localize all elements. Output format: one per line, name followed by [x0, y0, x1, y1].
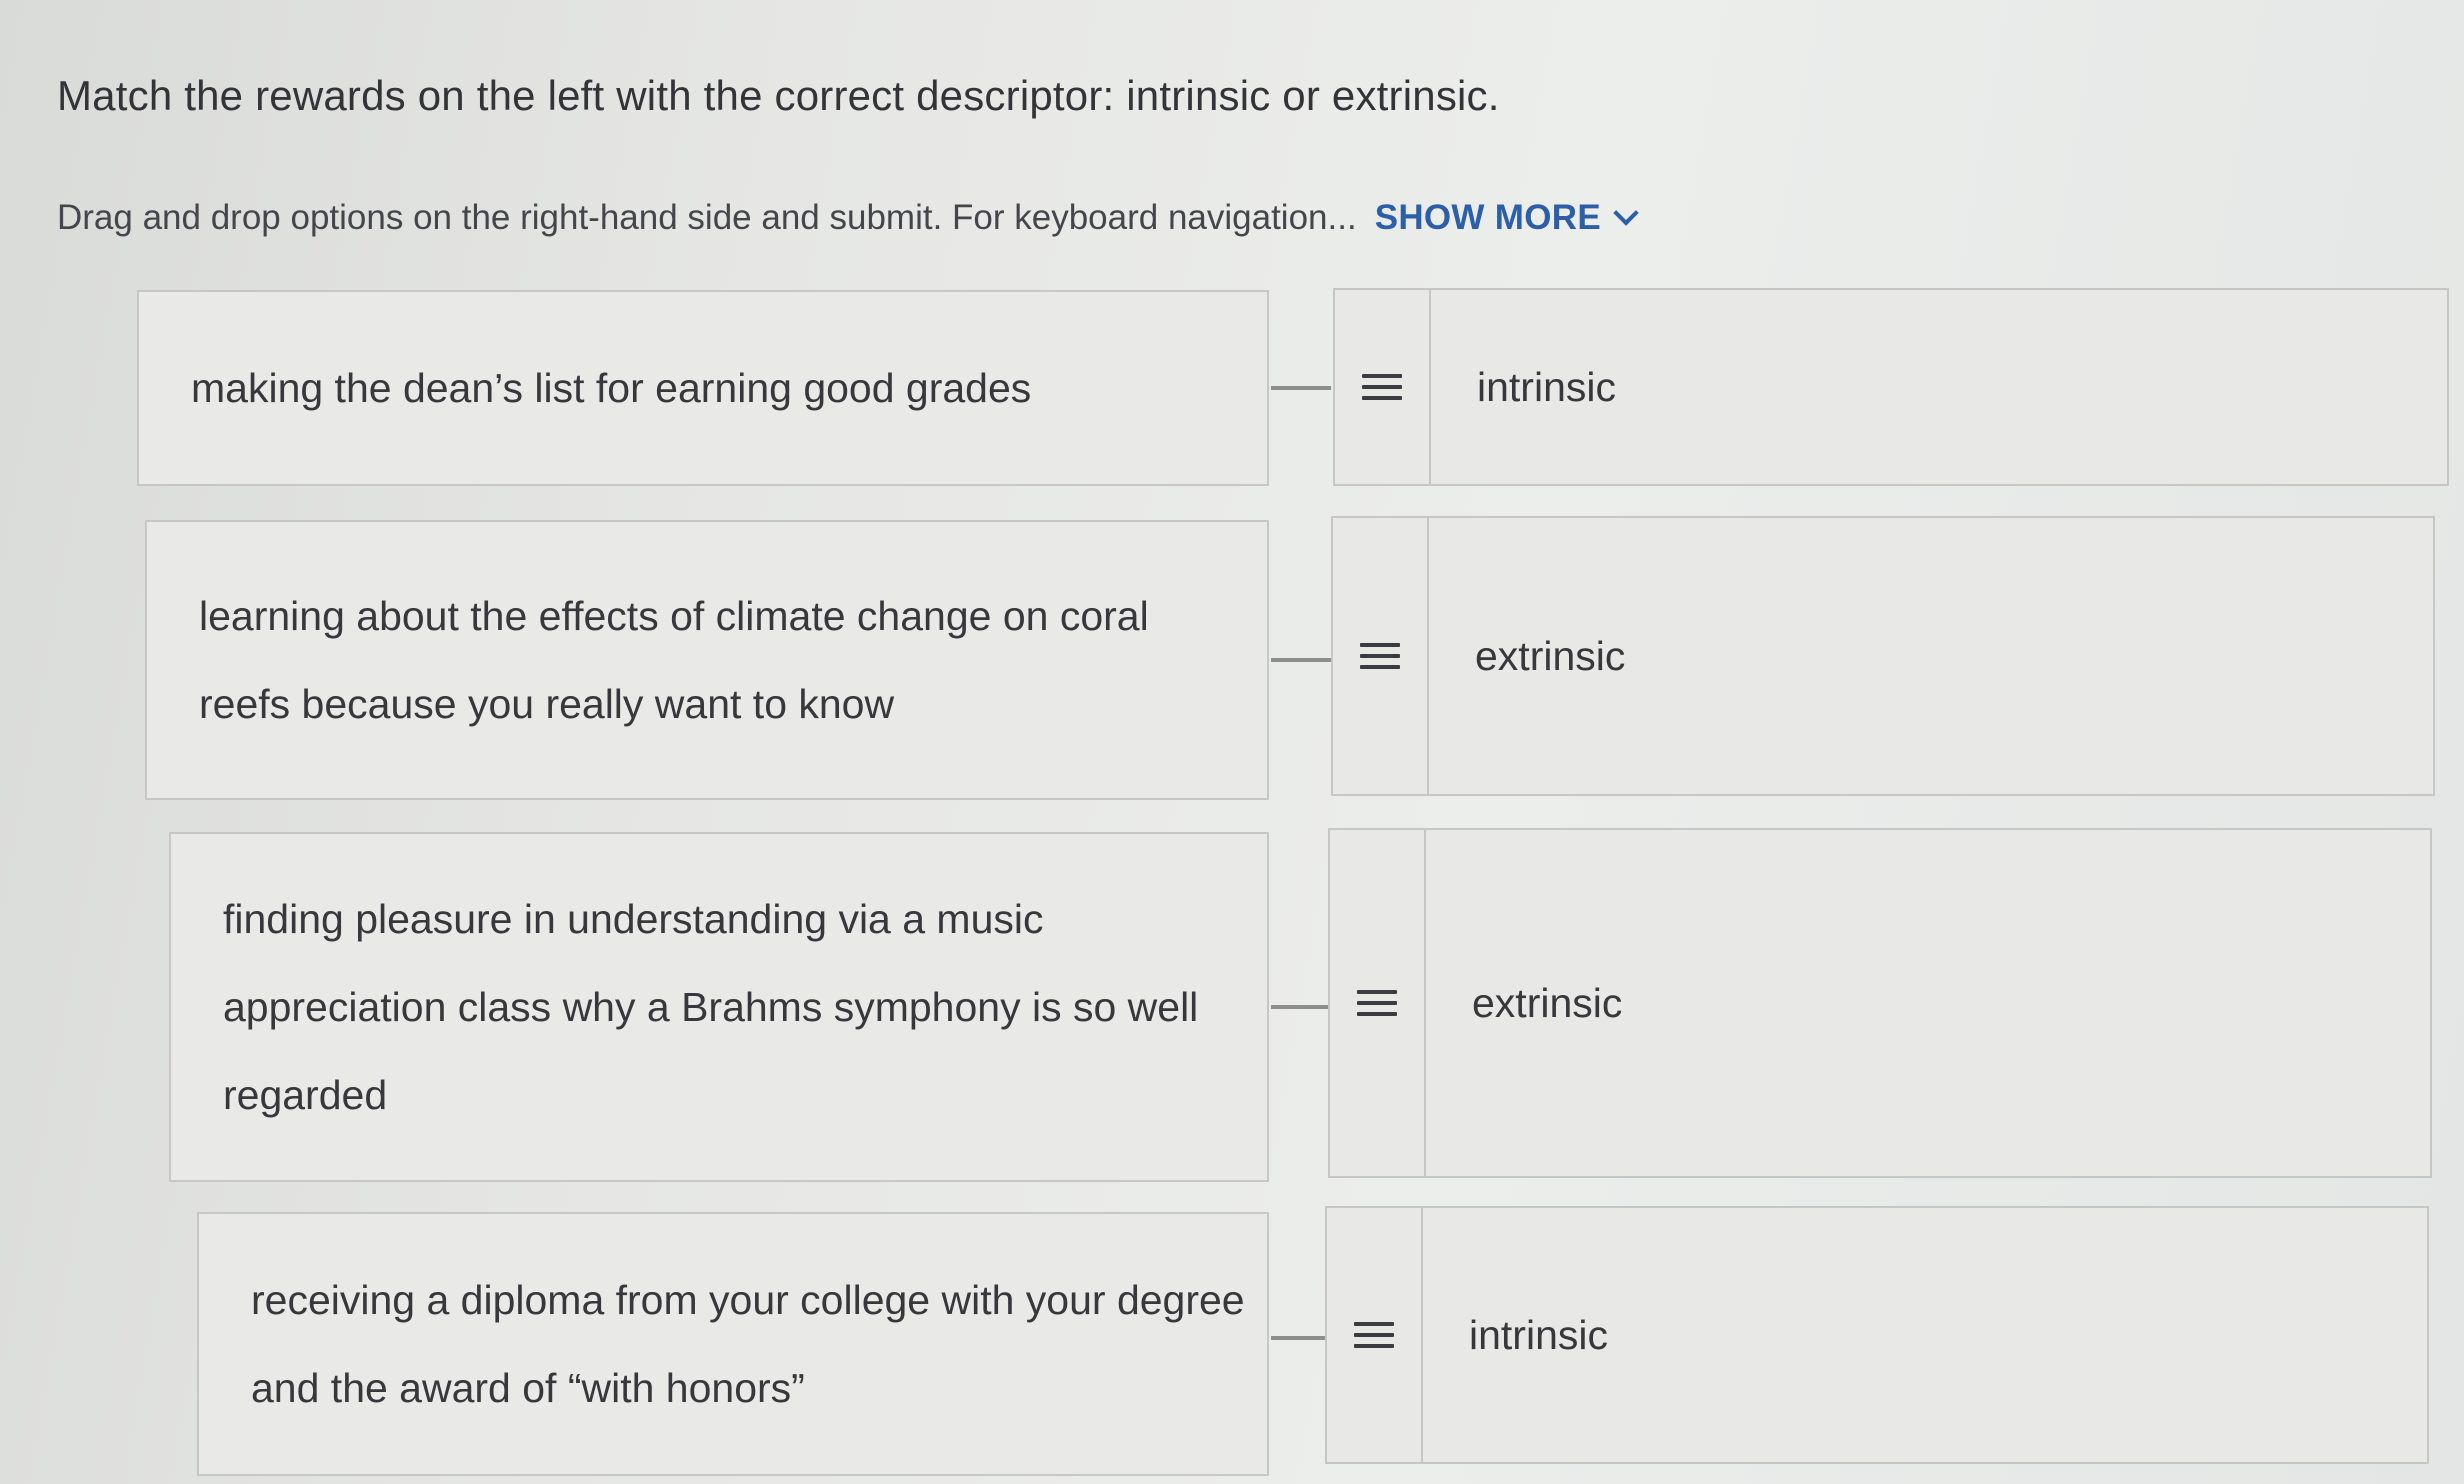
drag-handle[interactable]	[1330, 830, 1426, 1176]
connector-line	[1271, 1005, 1331, 1009]
show-more-button[interactable]: SHOW MORE	[1374, 198, 1639, 238]
answer-card[interactable]: extrinsic	[1328, 828, 2432, 1178]
prompt-card: receiving a diploma from your college wi…	[197, 1212, 1269, 1476]
drag-handle[interactable]	[1335, 290, 1431, 484]
connector-line	[1271, 1336, 1331, 1340]
connector-line	[1271, 386, 1331, 390]
prompt-line: appreciation class why a Brahms symphony…	[223, 984, 1199, 1030]
answer-label: extrinsic	[1475, 632, 1626, 679]
answer-label: extrinsic	[1472, 979, 1623, 1026]
prompt-card: finding pleasure in understanding via a …	[169, 832, 1269, 1182]
answer-card[interactable]: intrinsic	[1325, 1206, 2429, 1464]
answer-card[interactable]: intrinsic	[1333, 288, 2449, 486]
prompt-line: learning about the effects of climate ch…	[199, 593, 1149, 639]
answer-label: intrinsic	[1469, 1311, 1608, 1358]
drag-handle-icon	[1354, 1322, 1394, 1348]
prompt-card: making the dean’s list for earning good …	[137, 290, 1269, 486]
prompt-line: regarded	[223, 1072, 388, 1118]
chevron-down-icon	[1613, 200, 1639, 226]
connector-line	[1271, 658, 1331, 662]
question-text: Match the rewards on the left with the c…	[57, 72, 1500, 119]
drag-handle[interactable]	[1327, 1208, 1423, 1462]
prompt-line: making the dean’s list for earning good …	[191, 365, 1032, 411]
drag-handle-icon	[1360, 643, 1400, 669]
instructions-text: Drag and drop options on the right-hand …	[57, 198, 1357, 237]
instructions: Drag and drop options on the right-hand …	[57, 198, 1639, 238]
show-more-label: SHOW MORE	[1374, 198, 1601, 237]
drag-handle-icon	[1357, 990, 1397, 1016]
prompt-card: learning about the effects of climate ch…	[145, 520, 1269, 800]
drag-handle-icon	[1362, 374, 1402, 400]
prompt-line: receiving a diploma from your college wi…	[251, 1277, 1245, 1323]
drag-handle[interactable]	[1333, 518, 1429, 794]
answer-card[interactable]: extrinsic	[1331, 516, 2435, 796]
prompt-line: and the award of “with honors”	[251, 1365, 805, 1411]
prompt-line: reefs because you really want to know	[199, 681, 895, 727]
prompt-line: finding pleasure in understanding via a …	[223, 896, 1044, 942]
answer-label: intrinsic	[1477, 363, 1616, 410]
